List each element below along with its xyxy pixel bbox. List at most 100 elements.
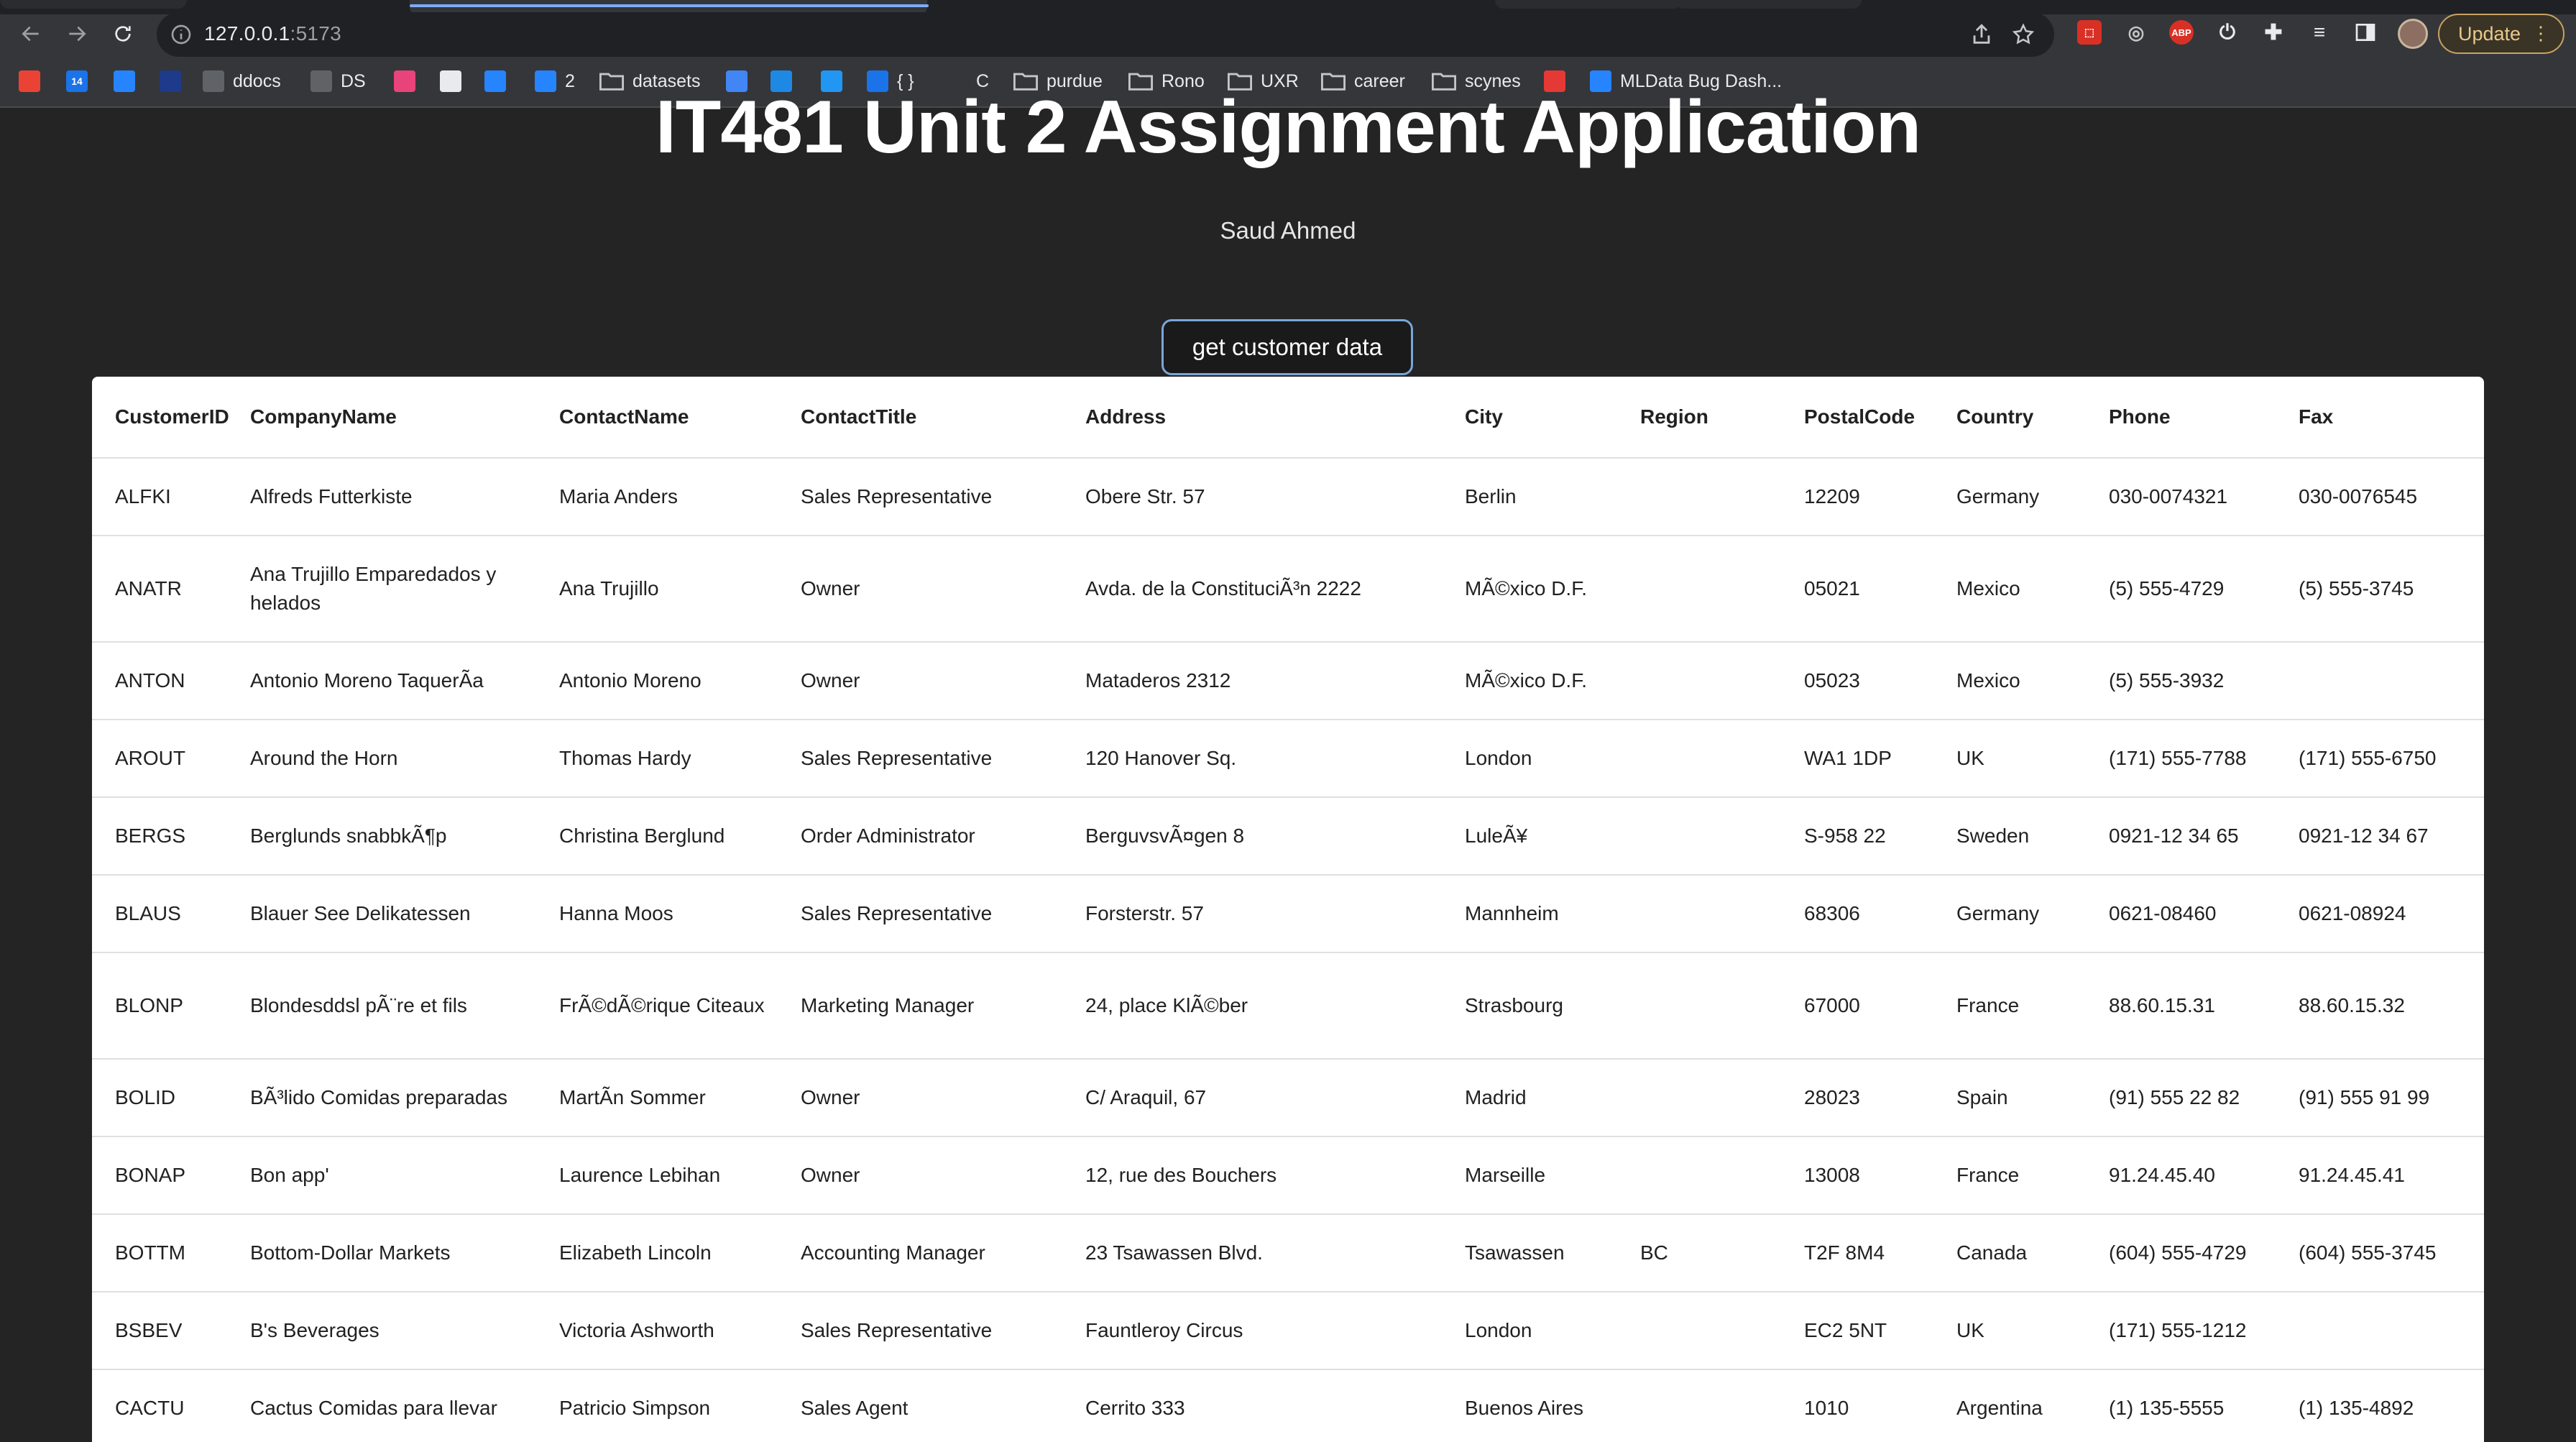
extension-octocat-icon[interactable]: ◎ (2124, 20, 2148, 45)
table-cell (1617, 1292, 1781, 1370)
extension-icon[interactable]: ⬚ (2077, 20, 2102, 45)
table-cell: Ana Trujillo Emparedados y helados (227, 536, 536, 643)
column-header: Country (1933, 377, 2086, 459)
bookmark-star-icon[interactable] (2011, 22, 2036, 47)
column-header: CustomerID (92, 377, 229, 459)
update-button[interactable]: Update ⋮ (2438, 14, 2564, 54)
table-cell: Forsterstr. 57 (1062, 875, 1442, 953)
table-cell: Sales Representative (778, 875, 1062, 953)
table-cell: Blondesddsl pÃ¨re et fils (227, 952, 536, 1060)
table-cell: 030-0076545 (2276, 458, 2484, 536)
column-header: Address (1062, 377, 1442, 459)
table-row: ANTON Antonio Moreno TaquerÃa Antonio More… (92, 642, 2484, 720)
table-cell: Antonio Moreno TaquerÃa (227, 642, 536, 720)
table-cell (1617, 797, 1781, 876)
table-cell: T2F 8M4 (1781, 1214, 1933, 1292)
table-row: BONAP Bon app' Laurence Lebihan Owner 12, ru… (92, 1136, 2484, 1215)
table-cell: Fauntleroy Circus (1062, 1292, 1442, 1370)
table-cell: Berlin (1442, 458, 1617, 536)
table-cell: Alfreds Futterkiste (227, 458, 536, 536)
table-cell: EC2 5NT (1781, 1292, 1933, 1370)
share-icon[interactable] (1969, 22, 1994, 47)
table-cell: 23 Tsawassen Blvd. (1062, 1214, 1442, 1292)
table-cell: Germany (1933, 458, 2086, 536)
table-cell: BERGS (92, 797, 227, 876)
table-cell: (604) 555-4729 (2086, 1214, 2276, 1292)
column-header: PostalCode (1781, 377, 1933, 459)
table-cell: (171) 555-7788 (2086, 720, 2276, 798)
table-cell: Christina Berglund (536, 797, 778, 876)
table-cell (1617, 642, 1781, 720)
column-header: ContactName (536, 377, 778, 459)
table-cell: UK (1933, 1292, 2086, 1370)
table-cell: Bottom-Dollar Markets (227, 1214, 536, 1292)
table-cell: Bon app' (227, 1136, 536, 1215)
table-cell: Cactus Comidas para llevar (227, 1369, 536, 1442)
info-icon[interactable] (170, 23, 193, 46)
table-cell: Accounting Manager (778, 1214, 1062, 1292)
arrow-right-icon (69, 26, 86, 42)
table-cell (1617, 1059, 1781, 1137)
table-cell: 05023 (1781, 642, 1933, 720)
table-cell: Elizabeth Lincoln (536, 1214, 778, 1292)
table-cell: Owner (778, 642, 1062, 720)
url-port: :5173 (290, 22, 342, 45)
customer-table-container: CustomerID CompanyName ContactName ContactT… (92, 377, 2484, 1442)
table-cell: UK (1933, 720, 2086, 798)
reload-icon (115, 26, 131, 42)
side-panel-icon[interactable] (2353, 20, 2378, 45)
table-cell: LuleÃ¥ (1442, 797, 1617, 876)
table-cell: ALFKI (92, 458, 227, 536)
table-cell: London (1442, 720, 1617, 798)
table-cell: (5) 555-3745 (2276, 536, 2484, 643)
update-label: Update (2458, 22, 2521, 45)
extension-power-icon[interactable]: ⏻ (2215, 20, 2240, 45)
reload-button[interactable] (106, 17, 139, 50)
table-cell: Ana Trujillo (536, 536, 778, 643)
address-bar[interactable]: 127.0.0.1:5173 (157, 12, 2054, 57)
table-cell: MartÃn Sommer (536, 1059, 778, 1137)
table-cell: ANTON (92, 642, 227, 720)
profile-avatar[interactable] (2398, 19, 2428, 49)
extensions-puzzle-icon[interactable]: ✚ (2261, 20, 2286, 45)
table-cell: 68306 (1781, 875, 1933, 953)
tab-inactive[interactable] (1675, 0, 1862, 9)
table-cell: Maria Anders (536, 458, 778, 536)
forward-button[interactable] (60, 17, 93, 50)
table-cell: Patricio Simpson (536, 1369, 778, 1442)
table-cell: Cerrito 333 (1062, 1369, 1442, 1442)
tab-inactive[interactable] (1495, 0, 1682, 9)
table-row: ALFKI Alfreds Futterkiste Maria Anders Sale… (92, 458, 2484, 536)
tab-inactive[interactable] (0, 0, 187, 9)
table-row: BOTTM Bottom-Dollar Markets Elizabeth Linc… (92, 1214, 2484, 1292)
table-cell: 0621-08460 (2086, 875, 2276, 953)
table-cell: Spain (1933, 1059, 2086, 1137)
table-cell: 12209 (1781, 458, 1933, 536)
table-cell: (171) 555-1212 (2086, 1292, 2276, 1370)
table-cell: Sales Representative (778, 1292, 1062, 1370)
table-row: BLAUS Blauer See Delikatessen Hanna Moos Sa… (92, 875, 2484, 953)
table-cell: BerguvsvÃ¤gen 8 (1062, 797, 1442, 876)
table-cell (1617, 1369, 1781, 1442)
page-title: IT481 Unit 2 Assignment Application (655, 86, 1921, 169)
table-cell: 24, place KlÃ©ber (1062, 952, 1442, 1060)
table-cell: Obere Str. 57 (1062, 458, 1442, 536)
table-cell (1617, 952, 1781, 1060)
table-cell: Canada (1933, 1214, 2086, 1292)
table-cell: (91) 555 22 82 (2086, 1059, 2276, 1137)
adblock-icon[interactable]: ABP (2169, 20, 2194, 45)
table-cell: 030-0074321 (2086, 458, 2276, 536)
back-button[interactable] (14, 17, 47, 50)
column-header: CompanyName (227, 377, 536, 459)
more-menu-icon[interactable]: ⋮ (2531, 22, 2550, 45)
arrow-left-icon (22, 26, 39, 42)
url-text[interactable]: 127.0.0.1:5173 (204, 22, 341, 45)
get-customer-data-button[interactable]: get customer data (1162, 319, 1413, 375)
table-cell (1617, 720, 1781, 798)
table-cell: BOLID (92, 1059, 227, 1137)
table-row: CACTU Cactus Comidas para llevar Patricio … (92, 1369, 2484, 1442)
reading-list-icon[interactable]: ≡ (2307, 20, 2332, 45)
tab-loading-indicator (410, 4, 929, 7)
table-cell: BLONP (92, 952, 227, 1060)
table-cell: 91.24.45.41 (2276, 1136, 2484, 1215)
